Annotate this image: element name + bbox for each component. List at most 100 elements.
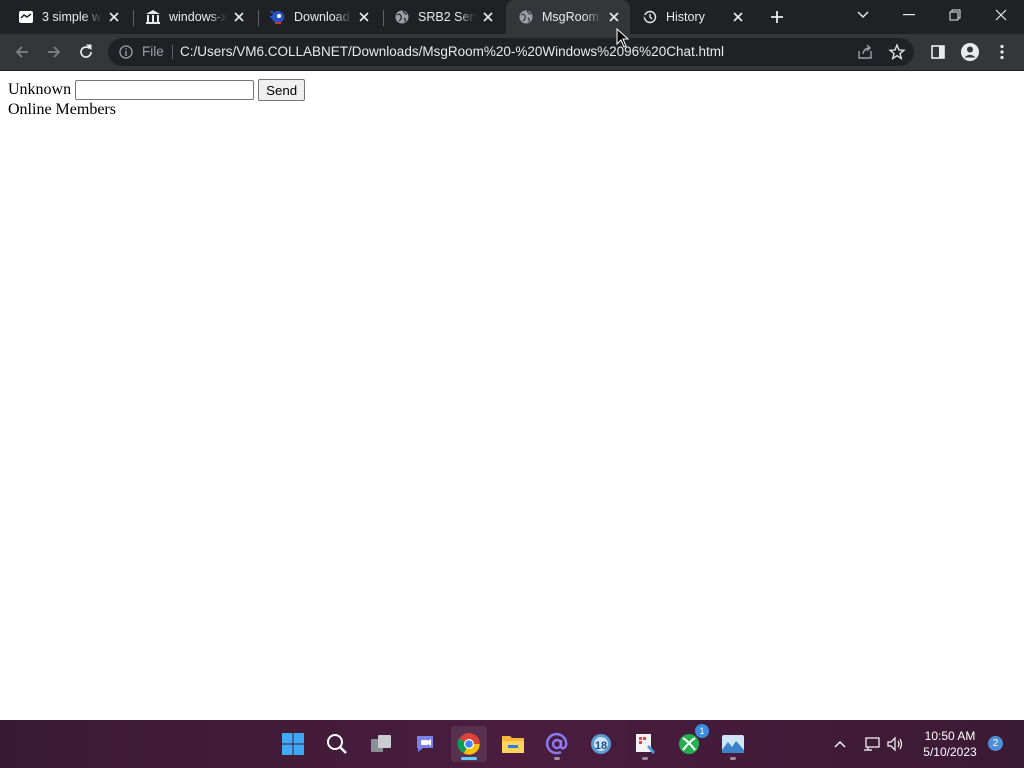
close-icon[interactable] bbox=[606, 9, 622, 25]
chevron-up-icon bbox=[834, 741, 846, 748]
task-view-icon bbox=[371, 735, 391, 752]
teams-chat-icon bbox=[417, 736, 433, 752]
tab-search-button[interactable] bbox=[840, 0, 886, 30]
info-icon[interactable] bbox=[118, 44, 134, 60]
menu-button[interactable] bbox=[988, 38, 1016, 66]
folder-icon bbox=[502, 736, 524, 753]
paint-icon bbox=[636, 734, 655, 754]
tab-title: 3 simple ways bbox=[42, 10, 102, 24]
forward-arrow-icon bbox=[48, 46, 61, 58]
running-indicator bbox=[461, 757, 477, 760]
page-content: Unknown Send Online Members bbox=[0, 71, 1024, 720]
network-button[interactable] bbox=[862, 734, 882, 754]
back-button[interactable] bbox=[8, 38, 36, 66]
tab-title: SRB2 Server bbox=[418, 10, 476, 24]
close-icon[interactable] bbox=[480, 9, 496, 25]
minimize-icon bbox=[903, 14, 915, 16]
chat-button[interactable] bbox=[407, 726, 443, 762]
plus-icon bbox=[771, 11, 783, 23]
profile-icon bbox=[961, 43, 979, 61]
url-text[interactable]: C:/Users/VM6.COLLABNET/Downloads/MsgRoom… bbox=[180, 38, 724, 66]
profile-button[interactable] bbox=[956, 38, 984, 66]
restore-icon bbox=[949, 9, 961, 21]
username-label: Unknown bbox=[8, 81, 72, 98]
task-view-button[interactable] bbox=[363, 726, 399, 762]
tray-overflow-button[interactable] bbox=[830, 734, 850, 754]
calendar-icon: 18 bbox=[591, 734, 611, 754]
more-vert-icon bbox=[1000, 44, 1004, 60]
running-indicator bbox=[730, 757, 736, 760]
running-indicator bbox=[642, 757, 648, 760]
volume-button[interactable] bbox=[886, 734, 906, 754]
send-button[interactable]: Send bbox=[258, 79, 306, 101]
close-icon[interactable] bbox=[730, 9, 746, 25]
message-input[interactable] bbox=[75, 80, 255, 100]
handshake-icon bbox=[18, 9, 34, 25]
restore-button[interactable] bbox=[932, 0, 978, 30]
tab-history[interactable]: History bbox=[630, 0, 754, 34]
chat-input-row: Unknown Send bbox=[8, 79, 306, 101]
globe-icon bbox=[394, 9, 410, 25]
mouse-cursor-icon bbox=[616, 28, 630, 48]
search-button[interactable] bbox=[319, 726, 355, 762]
file-explorer-button[interactable] bbox=[495, 726, 531, 762]
sonic-icon bbox=[270, 9, 286, 25]
svg-text:18: 18 bbox=[595, 740, 607, 752]
tab-title: MsgRoom bbox=[542, 10, 599, 24]
tab-title: Download bbox=[294, 10, 350, 24]
reload-button[interactable] bbox=[72, 38, 100, 66]
tab-msgroom[interactable]: MsgRoom bbox=[506, 0, 630, 34]
photos-button[interactable] bbox=[715, 726, 751, 762]
clock-time: 10:50 AM bbox=[924, 729, 976, 743]
minimize-button[interactable] bbox=[886, 0, 932, 30]
share-icon[interactable] bbox=[856, 43, 874, 61]
search-icon bbox=[327, 734, 347, 754]
close-icon[interactable] bbox=[356, 9, 372, 25]
archive-icon bbox=[145, 9, 161, 25]
chevron-down-icon bbox=[857, 11, 869, 18]
at-sign-icon bbox=[545, 732, 568, 755]
bookmark-star-icon[interactable] bbox=[888, 43, 906, 61]
tab-title: windows-xp bbox=[169, 10, 227, 24]
close-icon[interactable] bbox=[106, 9, 122, 25]
xbox-button[interactable]: 1 bbox=[671, 724, 709, 762]
running-indicator bbox=[554, 757, 560, 760]
photos-icon bbox=[722, 735, 744, 753]
calendar-button[interactable]: 18 bbox=[583, 726, 619, 762]
tab-title: History bbox=[666, 10, 705, 24]
globe-icon bbox=[518, 9, 534, 25]
omnibox-divider bbox=[172, 45, 173, 59]
online-members-heading: Online Members bbox=[8, 101, 116, 118]
reload-icon bbox=[80, 44, 92, 58]
history-icon bbox=[642, 9, 658, 25]
mail-button[interactable] bbox=[539, 726, 575, 762]
start-button[interactable] bbox=[275, 726, 311, 762]
windows-logo-icon bbox=[282, 733, 304, 755]
notification-count-badge[interactable]: 2 bbox=[988, 736, 1003, 751]
chrome-taskbar-button[interactable] bbox=[451, 726, 487, 762]
close-window-button[interactable] bbox=[978, 0, 1024, 30]
tab-srb2-server[interactable]: SRB2 Server bbox=[376, 0, 504, 34]
tab-3-simple-ways[interactable]: 3 simple ways bbox=[0, 0, 130, 34]
side-panel-button[interactable] bbox=[924, 38, 952, 66]
forward-button[interactable] bbox=[40, 38, 68, 66]
tab-download[interactable]: Download bbox=[252, 0, 380, 34]
paint-button[interactable] bbox=[627, 726, 663, 762]
browser-toolbar: File C:/Users/VM6.COLLABNET/Downloads/Ms… bbox=[0, 34, 1024, 71]
address-bar[interactable]: File C:/Users/VM6.COLLABNET/Downloads/Ms… bbox=[108, 38, 914, 66]
close-icon bbox=[995, 9, 1007, 21]
back-arrow-icon bbox=[15, 46, 28, 58]
tab-windows-xp[interactable]: windows-xp bbox=[127, 0, 255, 34]
tab-strip: 3 simple ways windows-xp Download SRB2 S… bbox=[0, 0, 1024, 34]
close-icon[interactable] bbox=[231, 9, 247, 25]
notification-badge: 1 bbox=[695, 724, 709, 738]
clock[interactable]: 10:50 AM 5/10/2023 bbox=[914, 728, 986, 760]
speaker-icon bbox=[887, 736, 903, 752]
taskbar: 18 1 10:50 AM 5/10/2023 2 bbox=[0, 720, 1024, 768]
scheme-label: File bbox=[142, 44, 164, 59]
network-icon bbox=[864, 737, 880, 751]
side-panel-icon bbox=[931, 45, 945, 59]
clock-date: 5/10/2023 bbox=[923, 745, 977, 759]
chrome-icon bbox=[457, 733, 480, 755]
new-tab-button[interactable] bbox=[766, 6, 788, 28]
